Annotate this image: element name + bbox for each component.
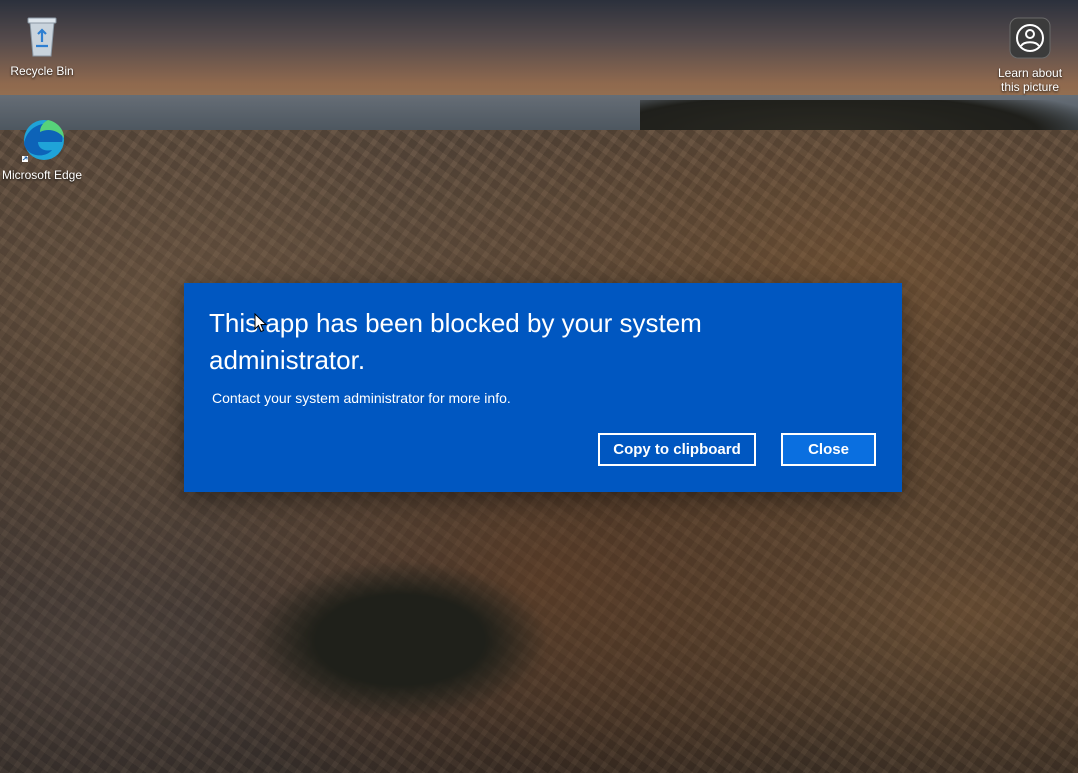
desktop: Recycle Bin Microsoft Edge Learn about t… (0, 0, 1078, 773)
desktop-icon-microsoft-edge[interactable]: Microsoft Edge (0, 116, 84, 182)
dialog-title: This app has been blocked by your system… (209, 308, 702, 375)
desktop-icon-recycle-bin[interactable]: Recycle Bin (0, 12, 84, 78)
copy-to-clipboard-button[interactable]: Copy to clipboard (598, 433, 756, 466)
microsoft-edge-label: Microsoft Edge (1, 168, 83, 182)
camera-icon (1009, 17, 1051, 59)
recycle-bin-label: Recycle Bin (10, 64, 74, 78)
mouse-cursor-icon (254, 313, 268, 333)
learn-about-picture-label: Learn about this picture (997, 66, 1063, 94)
dialog-message: Contact your system administrator for mo… (212, 390, 511, 406)
desktop-icon-learn-about-picture[interactable]: Learn about this picture (988, 14, 1072, 94)
blocked-app-dialog: This app has been blocked by your system… (184, 283, 902, 492)
close-button[interactable]: Close (781, 433, 876, 466)
edge-icon (22, 120, 64, 162)
recycle-bin-icon (27, 17, 57, 57)
